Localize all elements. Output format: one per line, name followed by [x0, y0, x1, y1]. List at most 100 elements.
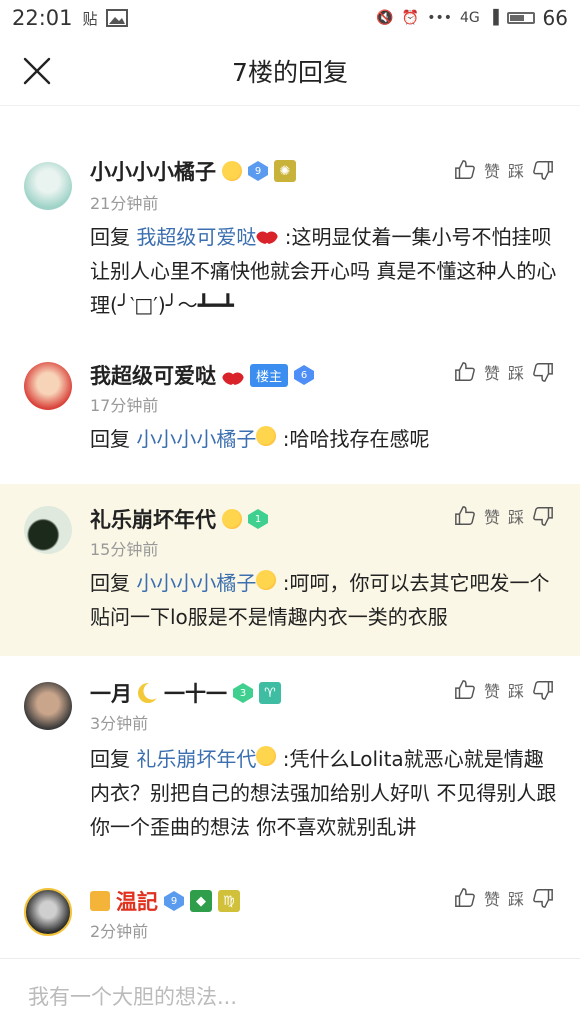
host-tag: 楼主	[250, 363, 289, 387]
thumbs-down-icon[interactable]	[532, 679, 554, 701]
comment-item: 温記 9 ◆ ♍ 2分钟前 赞踩	[0, 866, 580, 956]
page-title: 7楼的回复	[232, 57, 348, 87]
cherry-emoji-icon	[256, 224, 279, 244]
reply-to-user[interactable]: 礼乐崩坏年代	[136, 747, 256, 771]
alarm-icon: ⏰	[401, 10, 420, 26]
comment-text: 回复 小小小小橘子 :呵呵，你可以去其它吧发一个贴问一下lo服是不是情趣内衣一类…	[90, 566, 560, 634]
comment-header: 礼乐崩坏年代 1	[90, 504, 268, 534]
comment-header: 一月 一十一 3 ♈	[90, 678, 281, 708]
comment-text: 回复 礼乐崩坏年代 :凭什么Lolita就恶心就是情趣内衣？别把自己的想法强加给…	[90, 742, 560, 844]
thumbs-up-icon[interactable]	[454, 505, 476, 527]
level-badge: 3	[233, 683, 253, 703]
close-icon	[23, 57, 51, 85]
thumbs-up-icon[interactable]	[454, 679, 476, 701]
username[interactable]: 礼乐崩坏年代	[90, 504, 216, 534]
crown-icon	[90, 891, 110, 911]
avatar[interactable]	[24, 682, 72, 730]
comment-body: :哈哈找存在感呢	[276, 427, 430, 451]
comment-text: 回复 我超级可爱哒 :这明显仗着一集小号不怕挂呗 让别人心里不痛快他就会开心吗 …	[90, 220, 560, 322]
comment-item: 我超级可爱哒 楼主 6 17分钟前 赞踩 回复 小小小小橘子 :哈哈找存在感呢	[0, 340, 580, 482]
thumbs-down-icon[interactable]	[532, 159, 554, 181]
avatar[interactable]	[24, 362, 72, 410]
comment-actions: 赞踩	[454, 360, 554, 384]
reply-input-bar: 我有一个大胆的想法...	[0, 958, 580, 1031]
status-time: 22:01	[12, 6, 73, 30]
comment-header: 温記 9 ◆ ♍	[90, 886, 240, 916]
reply-label: 回复	[90, 571, 130, 595]
sun-badge-icon: ✺	[274, 160, 296, 182]
reply-label: 回复	[90, 225, 130, 249]
comment-header: 小小小小橘子 9 ✺	[90, 156, 296, 186]
emoji-icon	[256, 746, 277, 766]
comment-time: 2分钟前	[90, 922, 149, 941]
comment-item: 一月 一十一 3 ♈ 3分钟前 赞踩 回复 礼乐崩坏年代 :凭什么Lolita就…	[0, 660, 580, 860]
level-badge: 6	[294, 365, 315, 385]
avatar[interactable]	[24, 888, 72, 936]
like-label[interactable]: 赞	[484, 504, 500, 528]
like-label[interactable]: 赞	[484, 158, 500, 182]
network-label: 4G	[460, 10, 480, 26]
moon-emoji-icon	[138, 683, 158, 703]
avatar[interactable]	[24, 162, 72, 210]
title-bar: 7楼的回复	[0, 36, 580, 106]
status-right-icons: 🔇 ⏰ ••• 4G ▐ 66	[376, 6, 568, 30]
flag-badge-icon: ◆	[190, 890, 212, 912]
mute-icon: 🔇	[376, 10, 394, 26]
reply-input[interactable]: 我有一个大胆的想法...	[28, 981, 237, 1011]
username[interactable]: 我超级可爱哒	[90, 360, 216, 390]
comment-time: 3分钟前	[90, 714, 149, 733]
status-left-icons: 贴	[83, 8, 128, 29]
level-badge: 9	[164, 891, 184, 911]
level-badge: 9	[248, 161, 268, 181]
thumbs-up-icon[interactable]	[454, 361, 476, 383]
like-label[interactable]: 赞	[484, 678, 500, 702]
username[interactable]: 温記	[116, 886, 158, 916]
virgo-zodiac-icon: ♍	[218, 890, 240, 912]
close-button[interactable]	[20, 54, 54, 88]
reply-label: 回复	[90, 747, 130, 771]
emoji-icon	[256, 570, 277, 590]
comment-header: 我超级可爱哒 楼主 6	[90, 360, 315, 390]
thumbs-down-icon[interactable]	[532, 361, 554, 383]
reply-to-user[interactable]: 我超级可爱哒	[136, 225, 256, 249]
avatar[interactable]	[24, 506, 72, 554]
cherry-emoji-icon	[222, 365, 244, 385]
signal-icon: ▐	[487, 10, 499, 26]
username-suffix[interactable]: 一十一	[164, 678, 227, 708]
emoji-icon	[222, 509, 242, 529]
comment-time: 21分钟前	[90, 194, 159, 213]
comment-actions: 赞踩	[454, 158, 554, 182]
reply-label: 回复	[90, 427, 130, 451]
emoji-icon	[256, 426, 277, 446]
thumbs-up-icon[interactable]	[454, 159, 476, 181]
dislike-label[interactable]: 踩	[508, 360, 524, 384]
thumbs-down-icon[interactable]	[532, 887, 554, 909]
dislike-label[interactable]: 踩	[508, 504, 524, 528]
comment-time: 15分钟前	[90, 540, 159, 559]
comment-text: 回复 小小小小橘子 :哈哈找存在感呢	[90, 422, 560, 456]
battery-icon	[506, 12, 535, 24]
reply-to-user[interactable]: 小小小小橘子	[136, 427, 256, 451]
dislike-label[interactable]: 踩	[508, 886, 524, 910]
reply-to-user[interactable]: 小小小小橘子	[136, 571, 256, 595]
tieba-notification-icon: 贴	[82, 9, 98, 28]
aries-zodiac-icon: ♈	[259, 682, 281, 704]
comment-time: 17分钟前	[90, 396, 159, 415]
level-badge: 1	[248, 509, 268, 529]
comment-actions: 赞踩	[454, 504, 554, 528]
more-dots-icon: •••	[427, 10, 452, 26]
thumbs-down-icon[interactable]	[532, 505, 554, 527]
dislike-label[interactable]: 踩	[508, 158, 524, 182]
username[interactable]: 小小小小橘子	[90, 156, 216, 186]
image-icon	[105, 9, 128, 27]
comment-item-highlighted: 礼乐崩坏年代 1 15分钟前 赞踩 回复 小小小小橘子 :呵呵，你可以去其它吧发…	[0, 484, 580, 656]
comment-actions: 赞踩	[454, 678, 554, 702]
like-label[interactable]: 赞	[484, 360, 500, 384]
username[interactable]: 一月	[90, 678, 132, 708]
dislike-label[interactable]: 踩	[508, 678, 524, 702]
thumbs-up-icon[interactable]	[454, 887, 476, 909]
comment-item: 小小小小橘子 9 ✺ 21分钟前 赞踩 回复 我超级可爱哒 :这明显仗着一集小号…	[0, 140, 580, 330]
comment-actions: 赞踩	[454, 886, 554, 910]
like-label[interactable]: 赞	[484, 886, 500, 910]
status-bar: 22:01 贴 🔇 ⏰ ••• 4G ▐ 66	[0, 0, 580, 36]
